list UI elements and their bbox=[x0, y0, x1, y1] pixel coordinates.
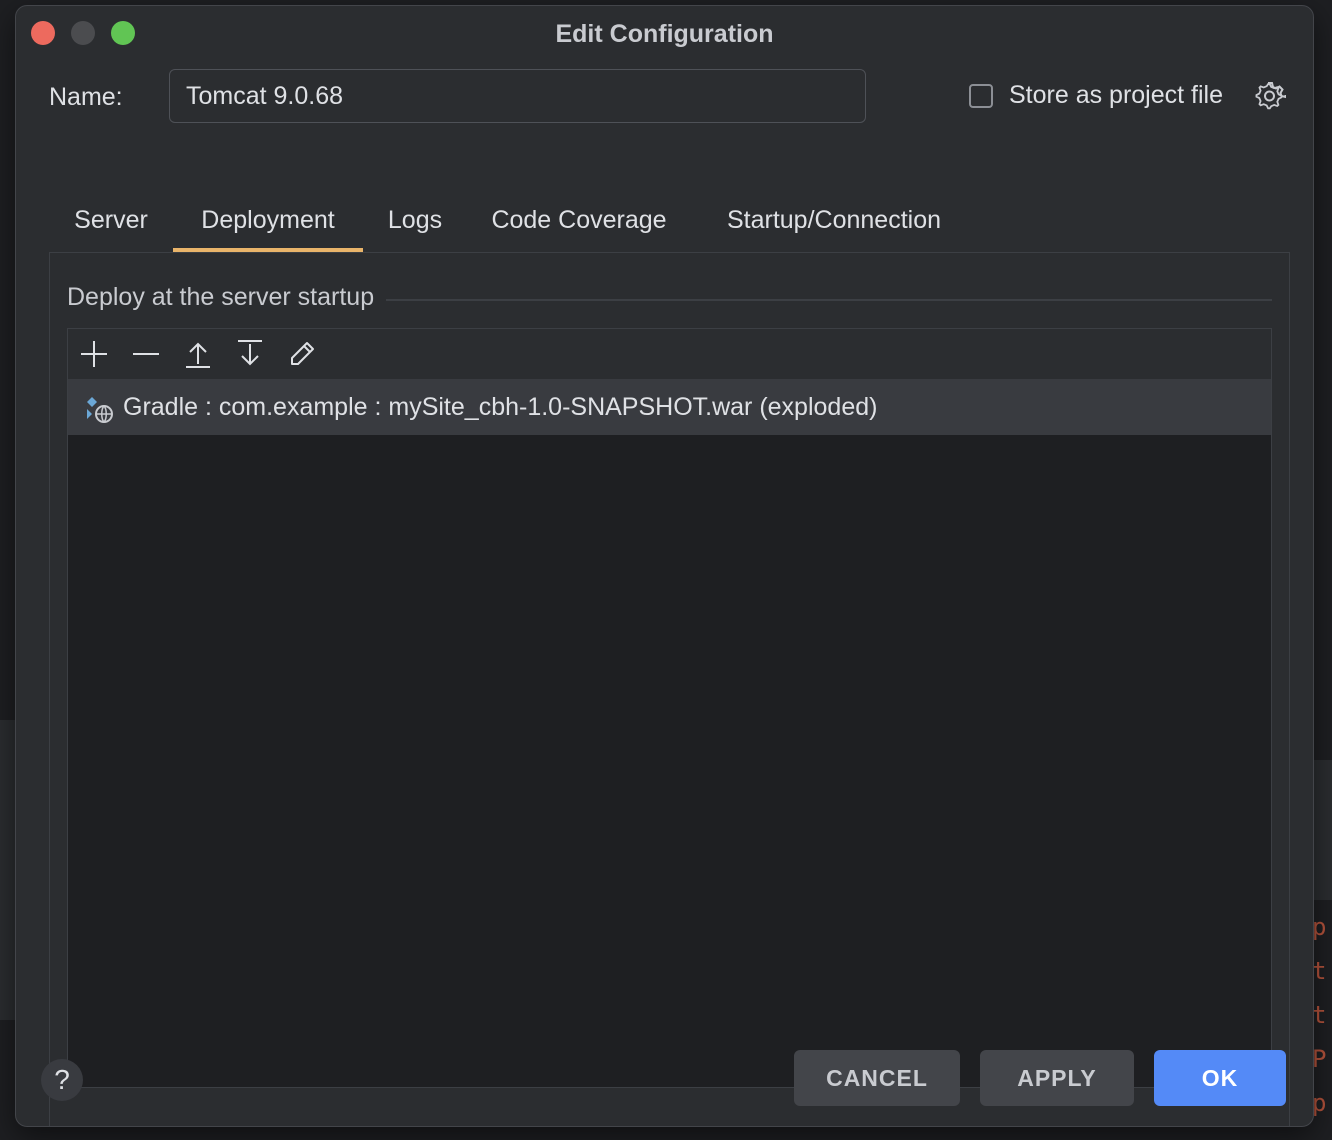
deploy-group-title: Deploy at the server startup bbox=[67, 283, 387, 312]
background-code-char: p bbox=[1312, 913, 1327, 941]
apply-button[interactable]: APPLY bbox=[980, 1050, 1134, 1106]
dialog-title: Edit Configuration bbox=[555, 20, 774, 48]
background-ide-strip-right bbox=[1312, 760, 1332, 900]
tab-logs[interactable]: Logs bbox=[363, 196, 467, 250]
tab-deployment[interactable]: Deployment bbox=[173, 196, 363, 252]
background-ide-strip bbox=[0, 720, 15, 1020]
remove-icon[interactable] bbox=[130, 338, 162, 370]
deployment-panel: Deploy at the server startup Gradle: co… bbox=[49, 252, 1290, 1126]
tab-code-coverage[interactable]: Code Coverage bbox=[467, 196, 691, 250]
artifact-toolbar bbox=[68, 329, 1271, 380]
background-code-char: P bbox=[1312, 1045, 1327, 1073]
help-button[interactable]: ? bbox=[41, 1059, 83, 1101]
cancel-button[interactable]: CANCEL bbox=[794, 1050, 960, 1106]
ok-button[interactable]: OK bbox=[1154, 1050, 1286, 1106]
artifact-list: Gradle : com.example : mySite_cbh-1.0-SN… bbox=[67, 328, 1272, 1088]
artifact-web-icon bbox=[87, 397, 113, 423]
background-code-char: t bbox=[1312, 1001, 1327, 1029]
move-up-icon[interactable] bbox=[182, 338, 214, 370]
background-code-gutter: p t t P p bbox=[1312, 905, 1332, 1125]
artifact-label: Gradle : com.example : mySite_cbh-1.0-SN… bbox=[123, 393, 878, 421]
background-code-char: p bbox=[1312, 1089, 1327, 1117]
name-input[interactable] bbox=[169, 69, 866, 123]
add-icon[interactable] bbox=[78, 338, 110, 370]
move-down-icon[interactable] bbox=[234, 338, 266, 370]
store-as-project-file-checkbox[interactable] bbox=[969, 84, 993, 108]
edit-configuration-dialog: Edit Configuration Name: Store as projec… bbox=[15, 5, 1314, 1127]
gear-icon[interactable] bbox=[1254, 80, 1286, 112]
background-code-char: t bbox=[1312, 957, 1327, 985]
name-label: Name: bbox=[49, 83, 123, 111]
edit-icon[interactable] bbox=[286, 338, 318, 370]
tab-server[interactable]: Server bbox=[49, 196, 173, 250]
store-as-project-file-label[interactable]: Store as project file bbox=[1009, 81, 1223, 110]
tab-startup-connection[interactable]: Startup/Connection bbox=[691, 196, 977, 250]
list-item[interactable]: Gradle : com.example : mySite_cbh-1.0-SN… bbox=[68, 379, 1271, 435]
